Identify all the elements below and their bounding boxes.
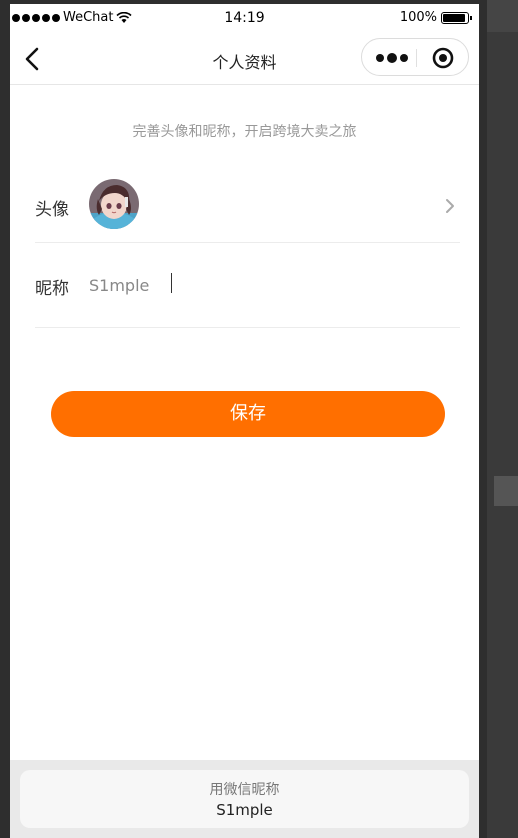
avatar-image	[89, 179, 139, 229]
nav-bar: 个人资料	[10, 32, 479, 85]
nickname-label: 昵称	[35, 279, 69, 299]
avatar-row[interactable]: 头像	[35, 168, 460, 243]
mini-program-capsule	[361, 38, 469, 76]
screen-frame: WeChat 14:19 100% 个人资料 完善头像和昵称，开启跨境大卖之旅 …	[0, 0, 518, 838]
battery-percent: 100%	[399, 10, 437, 25]
use-wechat-nickname-option[interactable]: 用微信昵称 S1mple	[20, 770, 469, 828]
avatar[interactable]	[89, 179, 139, 229]
devtools-edge	[487, 0, 518, 838]
wechat-nickname-title: 用微信昵称	[209, 782, 280, 798]
more-dots-icon[interactable]	[376, 51, 408, 65]
nickname-row: 昵称	[35, 242, 460, 328]
text-caret	[171, 273, 172, 293]
phone-screen: WeChat 14:19 100% 个人资料 完善头像和昵称，开启跨境大卖之旅 …	[10, 4, 479, 838]
status-right: 100%	[399, 10, 472, 25]
record-circle-icon[interactable]	[432, 47, 454, 69]
wechat-nickname-value: S1mple	[216, 801, 273, 819]
wechat-nickname-sheet: 用微信昵称 S1mple	[10, 760, 479, 838]
save-button[interactable]: 保存	[51, 391, 445, 437]
profile-tip: 完善头像和昵称，开启跨境大卖之旅	[132, 124, 357, 140]
capsule-divider	[416, 49, 417, 67]
nickname-input[interactable]	[89, 272, 449, 298]
battery-icon	[441, 11, 472, 24]
status-bar: WeChat 14:19 100%	[10, 4, 479, 32]
chevron-right-icon[interactable]	[444, 197, 456, 215]
avatar-label: 头像	[35, 200, 69, 220]
scrollbar-thumb[interactable]	[494, 476, 518, 506]
devtools-edge-top	[487, 0, 518, 32]
